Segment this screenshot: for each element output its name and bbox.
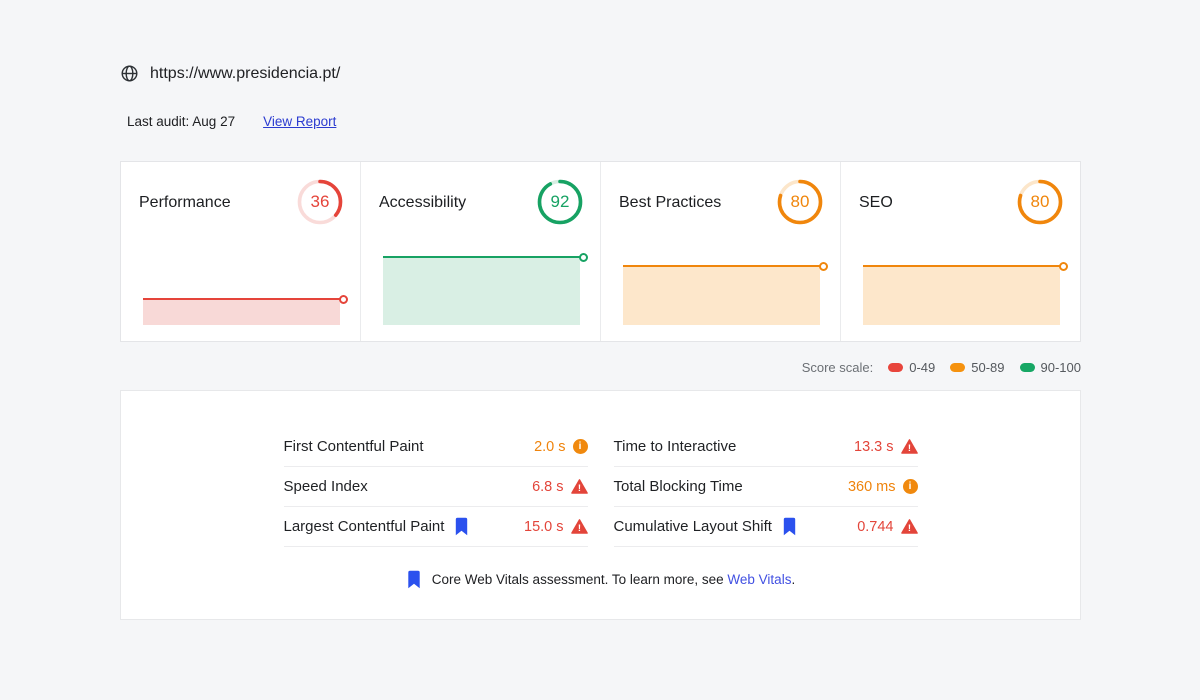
score-card-seo[interactable]: SEO 80: [841, 162, 1080, 341]
score-sparkline: [143, 250, 344, 325]
score-sparkline: [623, 250, 824, 325]
legend-pill-orange: [950, 363, 965, 372]
score-card-performance[interactable]: Performance 36: [121, 162, 361, 341]
svg-text:!: !: [907, 523, 910, 534]
category-title: Accessibility: [379, 194, 466, 212]
score-value: 92: [536, 178, 584, 226]
metrics-table: First Contentful Paint 2.0 s i Speed Ind…: [284, 427, 918, 547]
metric-row-speed-index: Speed Index 6.8 s !: [284, 467, 588, 507]
legend-range-average: 50-89: [950, 360, 1004, 375]
audited-url-row: https://www.presidencia.pt/: [120, 0, 1081, 83]
category-title: Performance: [139, 194, 231, 212]
metrics-column-right: Time to Interactive 13.3 s ! Total Block…: [614, 427, 918, 547]
category-title: SEO: [859, 194, 893, 212]
metric-label: Largest Contentful Paint: [284, 518, 445, 535]
metric-value: 2.0 s: [534, 439, 565, 455]
globe-icon: [120, 64, 139, 83]
score-card-accessibility[interactable]: Accessibility 92: [361, 162, 601, 341]
core-web-vitals-bookmark-icon: [406, 570, 422, 589]
warning-triangle-icon[interactable]: !: [571, 519, 588, 534]
legend-range-label: 0-49: [909, 360, 935, 375]
legend-range-fail: 0-49: [888, 360, 935, 375]
sparkline-end-marker: [1059, 262, 1068, 271]
metric-row-largest-contentful-paint: Largest Contentful Paint 15.0 s !: [284, 507, 588, 547]
view-report-link[interactable]: View Report: [263, 114, 336, 129]
legend-pill-red: [888, 363, 903, 372]
metric-label: Total Blocking Time: [614, 478, 743, 495]
metric-row-time-to-interactive: Time to Interactive 13.3 s !: [614, 427, 918, 467]
score-card-best-practices[interactable]: Best Practices 80: [601, 162, 841, 341]
score-gauge: 36: [296, 178, 344, 226]
info-icon[interactable]: i: [573, 439, 588, 454]
metric-label: Speed Index: [284, 478, 368, 495]
audit-meta-row: Last audit: Aug 27 View Report: [120, 114, 1081, 129]
metrics-column-left: First Contentful Paint 2.0 s i Speed Ind…: [284, 427, 588, 547]
last-audit-label: Last audit: Aug 27: [127, 114, 235, 129]
score-value: 80: [1016, 178, 1064, 226]
web-vitals-link[interactable]: Web Vitals: [727, 572, 791, 587]
legend-range-pass: 90-100: [1020, 360, 1081, 375]
metric-value: 13.3 s: [854, 439, 894, 455]
score-sparkline: [863, 250, 1064, 325]
metric-value: 360 ms: [848, 479, 896, 495]
legend-pill-green: [1020, 363, 1035, 372]
warning-triangle-icon[interactable]: !: [901, 519, 918, 534]
sparkline-end-marker: [339, 295, 348, 304]
sparkline-end-marker: [819, 262, 828, 271]
metric-label: First Contentful Paint: [284, 438, 424, 455]
legend-range-label: 90-100: [1041, 360, 1081, 375]
category-title: Best Practices: [619, 194, 721, 212]
info-icon[interactable]: i: [903, 479, 918, 494]
warning-triangle-icon[interactable]: !: [571, 479, 588, 494]
core-web-vitals-bookmark-icon: [453, 517, 470, 536]
svg-text:!: !: [577, 523, 580, 534]
metric-label: Time to Interactive: [614, 438, 737, 455]
score-gauge: 80: [776, 178, 824, 226]
svg-text:!: !: [577, 483, 580, 494]
metric-row-cumulative-layout-shift: Cumulative Layout Shift 0.744 !: [614, 507, 918, 547]
metric-value: 0.744: [857, 519, 893, 535]
score-value: 80: [776, 178, 824, 226]
core-web-vitals-note: Core Web Vitals assessment. To learn mor…: [121, 570, 1080, 589]
score-scale-label: Score scale:: [802, 360, 874, 375]
metric-value: 6.8 s: [532, 479, 563, 495]
score-scale-legend: Score scale: 0-49 50-89 90-100: [120, 360, 1081, 375]
audit-dashboard: https://www.presidencia.pt/ Last audit: …: [120, 0, 1081, 620]
legend-range-label: 50-89: [971, 360, 1004, 375]
metric-value: 15.0 s: [524, 519, 564, 535]
core-web-vitals-text: Core Web Vitals assessment. To learn mor…: [432, 572, 795, 587]
core-web-vitals-bookmark-icon: [781, 517, 798, 536]
svg-text:!: !: [907, 443, 910, 454]
sparkline-end-marker: [579, 253, 588, 262]
score-gauge: 92: [536, 178, 584, 226]
metrics-panel: First Contentful Paint 2.0 s i Speed Ind…: [120, 390, 1081, 620]
score-value: 36: [296, 178, 344, 226]
score-cards-row: Performance 36 Accessibility 92: [120, 161, 1081, 342]
metric-row-total-blocking-time: Total Blocking Time 360 ms i: [614, 467, 918, 507]
score-sparkline: [383, 250, 584, 325]
audited-url: https://www.presidencia.pt/: [150, 65, 340, 83]
score-gauge: 80: [1016, 178, 1064, 226]
metric-row-first-contentful-paint: First Contentful Paint 2.0 s i: [284, 427, 588, 467]
warning-triangle-icon[interactable]: !: [901, 439, 918, 454]
metric-label: Cumulative Layout Shift: [614, 518, 772, 535]
